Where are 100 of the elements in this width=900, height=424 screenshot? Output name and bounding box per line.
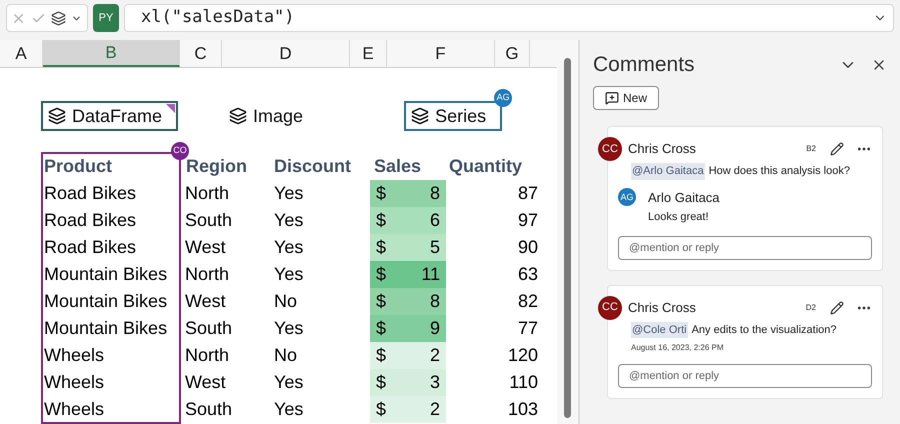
- sales-value: 8: [430, 182, 440, 205]
- new-comment-icon: [604, 91, 619, 105]
- currency-symbol: $: [376, 182, 386, 205]
- reply-field[interactable]: @mention or reply: [618, 236, 872, 260]
- table-cell-text: Mountain Bikes: [43, 290, 168, 313]
- sales-value: 2: [430, 344, 440, 367]
- sales-value: 2: [430, 398, 440, 421]
- column-heading: Region: [186, 154, 247, 178]
- currency-symbol: $: [376, 209, 386, 232]
- table-cell-text: North: [184, 182, 230, 205]
- table-cell-text: Mountain Bikes: [43, 263, 168, 286]
- reply-author: Arlo Gaitaca: [648, 188, 720, 206]
- currency-symbol: $: [376, 317, 386, 340]
- currency-symbol: $: [376, 263, 386, 286]
- mention-link[interactable]: @Arlo Gaitaca: [631, 163, 705, 180]
- table-cell-text: 120: [506, 344, 538, 367]
- column-header[interactable]: F: [387, 40, 495, 67]
- comment-author: Chris Cross: [628, 140, 697, 158]
- avatar: AG: [494, 89, 512, 107]
- table-cell-text: West: [184, 290, 227, 313]
- table-cell-text: No: [273, 344, 298, 367]
- layers-icon: [48, 107, 66, 125]
- table-cell-text: Yes: [273, 317, 304, 340]
- pane-title: Comments: [593, 52, 696, 78]
- table-cell-text: South: [184, 398, 234, 421]
- table-cell-text: Yes: [273, 263, 304, 286]
- mention-link[interactable]: @Cole Orti: [631, 322, 688, 338]
- currency-symbol: $: [376, 290, 386, 313]
- sales-value: 5: [430, 236, 440, 259]
- column-heading: Quantity: [449, 154, 522, 178]
- currency-symbol: $: [376, 398, 386, 421]
- table-cell-text: 87: [516, 182, 538, 205]
- sales-value: 6: [430, 209, 440, 232]
- edit-icon[interactable]: [830, 142, 844, 156]
- comment-text: How does this analysis look?: [708, 164, 850, 179]
- name-box[interactable]: [6, 4, 88, 32]
- table-cell-text: West: [184, 371, 227, 394]
- column-heading: Sales: [374, 154, 422, 178]
- comment-date: August 16, 2023, 2:26 PM: [631, 342, 725, 354]
- sales-value: 9: [430, 317, 440, 340]
- sales-value: 11: [421, 263, 440, 286]
- table-cell-text: 63: [516, 263, 538, 286]
- layers-icon: [229, 107, 248, 125]
- avatar: CO: [171, 142, 189, 160]
- table-cell-text: 90: [516, 236, 538, 259]
- reply-text: Looks great!: [648, 210, 710, 225]
- vertical-scrollbar[interactable]: [557, 40, 578, 424]
- table-cell-text: Wheels: [43, 398, 106, 421]
- column-header[interactable]: D: [222, 40, 350, 67]
- table-cell-text: South: [184, 209, 234, 232]
- table-cell-text: 97: [516, 209, 538, 232]
- cell-reference: B2: [806, 143, 816, 155]
- table-cell-text: Yes: [273, 236, 304, 259]
- sales-value: 8: [430, 290, 440, 313]
- python-object-cell[interactable]: DataFrame: [41, 101, 178, 131]
- python-badge: PY: [93, 4, 119, 32]
- table-cell-text: 82: [516, 290, 538, 313]
- table-cell-text: Road Bikes: [43, 182, 138, 205]
- table-cell-text: Mountain Bikes: [43, 317, 168, 340]
- comment-text: Any edits to the visualization?: [692, 322, 836, 338]
- column-header[interactable]: E: [350, 40, 387, 67]
- python-object-cell[interactable]: Image: [222, 101, 320, 131]
- table-cell-text: Yes: [273, 182, 304, 205]
- table-cell-text: Yes: [273, 209, 304, 232]
- reply-field[interactable]: @mention or reply: [618, 364, 872, 388]
- formula-field[interactable]: xl("salesData"): [124, 4, 894, 32]
- new-comment-button[interactable]: New: [593, 86, 659, 110]
- currency-symbol: $: [376, 344, 386, 367]
- table-cell-text: Yes: [273, 371, 304, 394]
- layers-icon: [411, 107, 430, 125]
- avatar: CC: [598, 137, 622, 161]
- currency-symbol: $: [376, 236, 386, 259]
- edit-icon[interactable]: [830, 300, 844, 314]
- table-cell-text: North: [184, 344, 230, 367]
- column-header[interactable]: C: [180, 40, 222, 67]
- table-cell-text: West: [184, 236, 227, 259]
- column-heading: Discount: [274, 154, 352, 178]
- table-cell-text: 110: [508, 371, 538, 394]
- table-cell-text: 103: [506, 398, 538, 421]
- layers-icon[interactable]: [51, 10, 66, 26]
- cell-reference: D2: [806, 302, 816, 314]
- table-cell-text: Wheels: [43, 371, 106, 394]
- table-cell-text: Wheels: [43, 344, 106, 367]
- table-cell-text: No: [273, 290, 298, 313]
- python-object-cell[interactable]: Series: [404, 101, 502, 131]
- comment-author: Chris Cross: [628, 298, 697, 317]
- currency-symbol: $: [376, 371, 386, 394]
- table-cell-text: 77: [516, 317, 538, 340]
- avatar: AG: [618, 188, 636, 206]
- sales-value: 3: [430, 371, 440, 394]
- note-corner-icon: [166, 104, 176, 113]
- table-cell-text: North: [184, 263, 230, 286]
- column-header[interactable]: B: [43, 40, 180, 67]
- table-cell-text: South: [184, 317, 234, 340]
- table-cell-text: Yes: [273, 398, 304, 421]
- table-cell-text: Road Bikes: [43, 236, 138, 259]
- avatar: CC: [598, 296, 622, 320]
- table-cell-text: Road Bikes: [43, 209, 138, 232]
- column-header[interactable]: G: [495, 40, 530, 67]
- column-heading: Product: [44, 154, 112, 178]
